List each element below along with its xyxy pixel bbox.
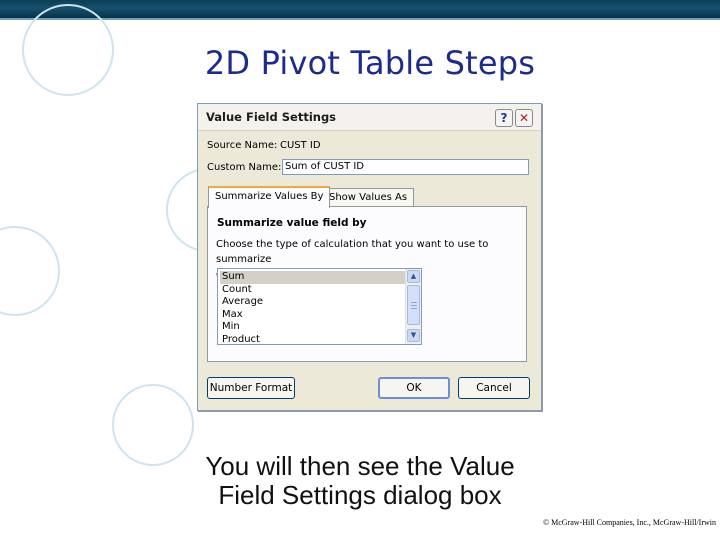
- decorative-circle: [0, 226, 60, 316]
- cancel-button[interactable]: Cancel: [458, 377, 530, 399]
- source-name-value: CUST ID: [280, 140, 321, 151]
- tab-summarize-values-by[interactable]: Summarize Values By: [208, 186, 331, 208]
- custom-name-input[interactable]: Sum of CUST ID: [282, 159, 529, 175]
- top-bar: [0, 0, 720, 18]
- grip-line: [411, 305, 417, 306]
- list-item-sum[interactable]: Sum: [220, 271, 405, 284]
- listbox-scrollbar[interactable]: ▲ ▼: [405, 269, 421, 344]
- help-button[interactable]: ?: [495, 109, 513, 127]
- help-icon: ?: [500, 111, 508, 125]
- list-item-count[interactable]: Count: [220, 284, 405, 297]
- caption-line: Field Settings dialog box: [218, 480, 502, 510]
- scroll-up-arrow-icon[interactable]: ▲: [407, 270, 420, 283]
- panel-heading: Summarize value field by: [217, 217, 367, 229]
- list-item-min[interactable]: Min: [220, 321, 405, 334]
- slide-caption: You will then see the Value Field Settin…: [160, 452, 560, 510]
- scroll-thumb[interactable]: [407, 285, 420, 325]
- number-format-button[interactable]: Number Format: [207, 377, 295, 399]
- grip-line: [411, 308, 417, 309]
- scroll-down-arrow-icon[interactable]: ▼: [407, 329, 420, 342]
- dialog-titlebar[interactable]: Value Field Settings ? ✕: [198, 104, 541, 131]
- calculation-listbox[interactable]: Sum Count Average Max Min Product ▲ ▼: [217, 268, 422, 345]
- copyright-notice: © McGraw-Hill Companies, Inc., McGraw-Hi…: [543, 518, 716, 527]
- dialog-title: Value Field Settings: [206, 110, 337, 124]
- custom-name-label: Custom Name:: [207, 162, 282, 173]
- source-name-label: Source Name:: [207, 140, 278, 151]
- panel-description-line: Choose the type of calculation that you …: [216, 239, 489, 265]
- close-button[interactable]: ✕: [515, 109, 533, 127]
- slide-title: 2D Pivot Table Steps: [204, 44, 536, 82]
- list-item-average[interactable]: Average: [220, 296, 405, 309]
- summarize-tab-panel: Summarize value field by Choose the type…: [207, 206, 527, 362]
- list-item-product[interactable]: Product: [220, 334, 405, 345]
- close-icon: ✕: [518, 111, 530, 125]
- grip-line: [411, 302, 417, 303]
- list-item-max[interactable]: Max: [220, 309, 405, 322]
- caption-line: You will then see the Value: [205, 451, 515, 481]
- value-field-settings-dialog: Value Field Settings ? ✕ Source Name: CU…: [197, 103, 542, 411]
- top-bar-accent-line: [0, 18, 720, 20]
- ok-button[interactable]: OK: [378, 377, 450, 399]
- tab-show-values-as[interactable]: Show Values As: [322, 188, 415, 208]
- decorative-circle: [22, 4, 114, 96]
